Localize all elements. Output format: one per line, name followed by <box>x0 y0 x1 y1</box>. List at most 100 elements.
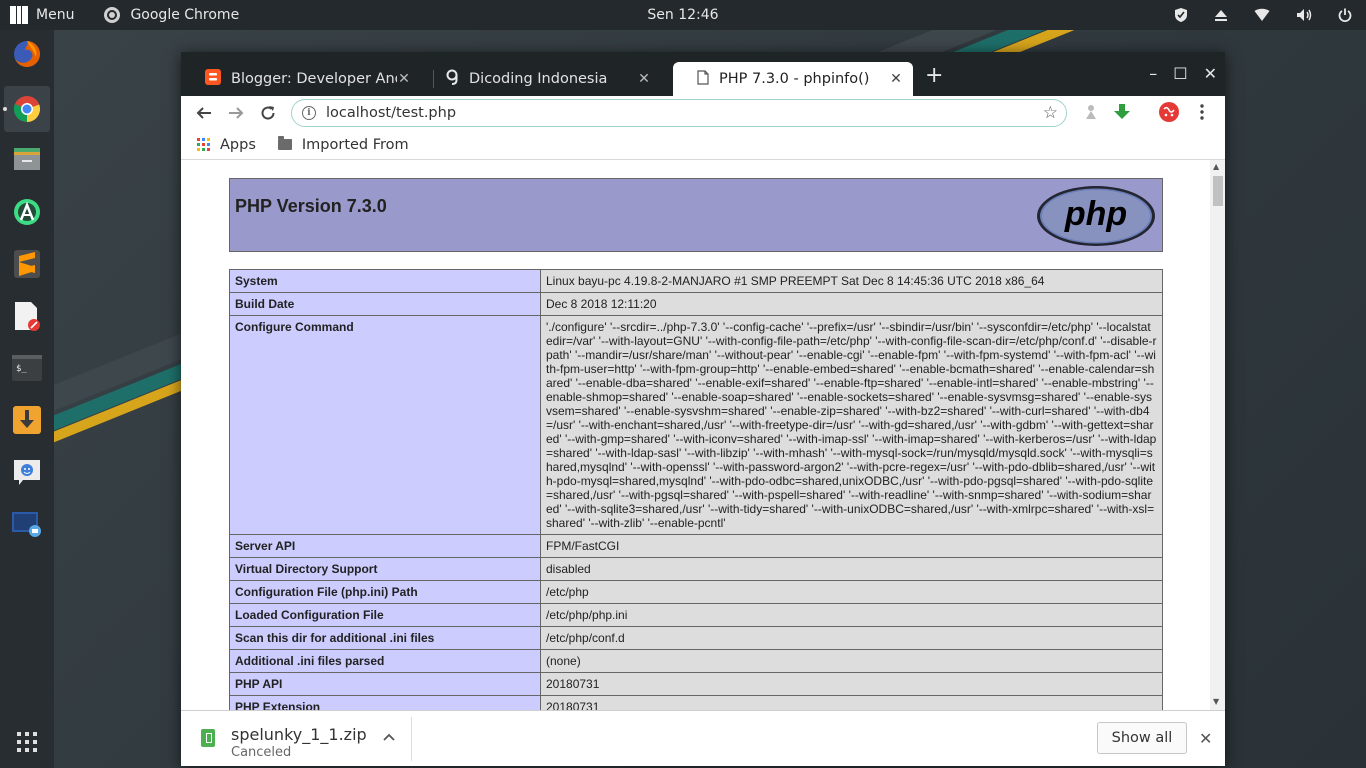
toolbar: i localhost/test.php ☆ <box>181 96 1225 130</box>
table-row: Server API FPM/FastCGI <box>229 534 1163 558</box>
eject-icon[interactable] <box>1214 8 1228 22</box>
php-header: PHP Version 7.3.0 php <box>229 178 1163 252</box>
address-bar[interactable]: i localhost/test.php ☆ <box>291 99 1067 127</box>
close-icon[interactable]: ✕ <box>397 71 411 87</box>
volume-icon[interactable] <box>1296 8 1312 22</box>
bookmark-apps[interactable]: Apps <box>197 137 256 153</box>
divider <box>411 717 412 761</box>
php-logo-text: php <box>1064 195 1127 233</box>
table-row: Configure Command './configure' '--srcdir… <box>229 315 1163 535</box>
row-key: Build Date <box>229 292 541 316</box>
forward-button[interactable] <box>224 101 248 125</box>
tab-strip: Blogger: Developer Andr ✕ Dicoding Indon… <box>181 52 1225 96</box>
new-tab-button[interactable]: + <box>925 65 943 87</box>
zip-file-icon <box>201 729 215 747</box>
row-key: PHP Extension <box>229 695 541 710</box>
back-arrow-icon <box>196 107 211 119</box>
tab-title: PHP 7.3.0 - phpinfo() <box>719 71 870 87</box>
download-shelf: spelunky_1_1.zip Canceled Show all ✕ <box>181 710 1225 766</box>
php-info-table: System Linux bayu-pc 4.19.8-2-MANJARO #1 … <box>229 269 1163 710</box>
forward-arrow-icon <box>229 107 244 119</box>
table-row: PHP Extension 20180731 <box>229 695 1163 710</box>
red-extension-icon[interactable] <box>1159 102 1179 126</box>
power-icon[interactable] <box>1338 8 1352 22</box>
close-icon[interactable]: ✕ <box>637 71 651 87</box>
extension-icon[interactable] <box>1084 104 1098 124</box>
row-key: Loaded Configuration File <box>229 603 541 627</box>
shield-icon[interactable] <box>1174 7 1188 23</box>
download-item[interactable]: spelunky_1_1.zip Canceled <box>201 725 367 760</box>
address-text[interactable]: localhost/test.php <box>326 105 456 121</box>
php-logo-icon[interactable]: php <box>1036 185 1156 247</box>
active-app-label: Google Chrome <box>130 7 240 23</box>
table-row: Loaded Configuration File/etc/php/php.in… <box>229 603 1163 627</box>
scroll-down-icon[interactable]: ▼ <box>1213 697 1219 706</box>
wifi-icon[interactable] <box>1254 8 1270 22</box>
tab-phpinfo[interactable]: PHP 7.3.0 - phpinfo() ✕ <box>673 62 913 96</box>
tab-title: Dicoding Indonesia <box>469 71 608 87</box>
phpinfo-page: PHP Version 7.3.0 php System Linux bayu-p… <box>229 178 1163 710</box>
android-studio-icon[interactable] <box>11 196 43 228</box>
tab-blogger[interactable]: Blogger: Developer Andr ✕ <box>181 62 421 96</box>
back-button[interactable] <box>192 101 216 125</box>
site-info-icon[interactable]: i <box>302 106 316 120</box>
document-icon <box>697 69 709 89</box>
firefox-icon[interactable] <box>11 38 43 70</box>
table-row: Virtual Directory Support disabled <box>229 557 1163 581</box>
row-key: Scan this dir for additional .ini files <box>229 626 541 650</box>
reload-button[interactable] <box>256 101 280 125</box>
table-row: Scan this dir for additional .ini files /… <box>229 626 1163 650</box>
table-row: PHP API 20180731 <box>229 672 1163 696</box>
show-apps-icon[interactable] <box>17 732 37 752</box>
row-key: Additional .ini files parsed <box>229 649 541 673</box>
messaging-icon[interactable] <box>11 456 43 488</box>
close-window-button[interactable]: ✕ <box>1204 64 1217 83</box>
row-key: Server API <box>229 534 541 558</box>
row-key: Configuration File (php.ini) Path <box>229 580 541 604</box>
svg-text:$_: $_ <box>16 364 27 374</box>
close-icon[interactable]: ✕ <box>889 71 903 87</box>
row-key: System <box>229 269 541 293</box>
download-extension-icon[interactable] <box>1113 103 1131 125</box>
bookmark-imported-from[interactable]: Imported From <box>277 136 409 153</box>
file-manager-icon[interactable] <box>11 143 43 175</box>
bookmark-label: Apps <box>220 136 256 153</box>
apps-icon <box>197 138 210 151</box>
sublime-text-icon[interactable] <box>11 248 43 280</box>
page-viewport: PHP Version 7.3.0 php System Linux bayu-p… <box>181 160 1225 710</box>
close-icon[interactable]: ✕ <box>1199 729 1212 748</box>
bookmark-star-icon[interactable]: ☆ <box>1043 103 1058 123</box>
browser-window: Blogger: Developer Andr ✕ Dicoding Indon… <box>181 52 1225 766</box>
row-value: /etc/php/php.ini <box>540 603 1163 627</box>
text-editor-icon[interactable] <box>11 300 43 332</box>
scroll-up-icon[interactable]: ▲ <box>1213 162 1219 171</box>
bookmark-label: Imported From <box>301 136 409 153</box>
chevron-up-icon[interactable] <box>383 729 395 745</box>
minimize-button[interactable]: – <box>1149 64 1157 83</box>
row-value: /etc/php <box>540 580 1163 604</box>
menu-button[interactable]: Menu <box>0 0 84 30</box>
tab-title: Blogger: Developer Andr <box>231 71 397 87</box>
download-manager-icon[interactable] <box>11 404 43 436</box>
chrome-menu-icon[interactable] <box>1200 104 1204 124</box>
scroll-thumb[interactable] <box>1213 176 1223 206</box>
tab-dicoding[interactable]: Dicoding Indonesia ✕ <box>421 62 661 96</box>
table-row: Build Date Dec 8 2018 12:11:20 <box>229 292 1163 316</box>
terminal-icon[interactable]: $_ <box>11 352 43 384</box>
active-app[interactable]: Google Chrome <box>104 7 239 23</box>
table-row: Configuration File (php.ini) Path/etc/ph… <box>229 580 1163 604</box>
row-value: Dec 8 2018 12:11:20 <box>540 292 1163 316</box>
chrome-icon[interactable] <box>11 93 43 125</box>
page-title: PHP Version 7.3.0 <box>235 196 387 216</box>
table-row: System Linux bayu-pc 4.19.8-2-MANJARO #1 … <box>229 269 1163 293</box>
vertical-scrollbar[interactable]: ▲ ▼ <box>1210 160 1225 710</box>
maximize-button[interactable]: ☐ <box>1173 64 1187 83</box>
row-key: Configure Command <box>229 315 541 535</box>
reload-icon <box>261 106 275 120</box>
row-key: PHP API <box>229 672 541 696</box>
show-all-button[interactable]: Show all <box>1097 722 1187 754</box>
bookmarks-bar: Apps Imported From <box>181 130 1225 160</box>
row-value: 20180731 <box>540 695 1163 710</box>
screenshot-icon[interactable] <box>11 508 43 540</box>
row-value: (none) <box>540 649 1163 673</box>
